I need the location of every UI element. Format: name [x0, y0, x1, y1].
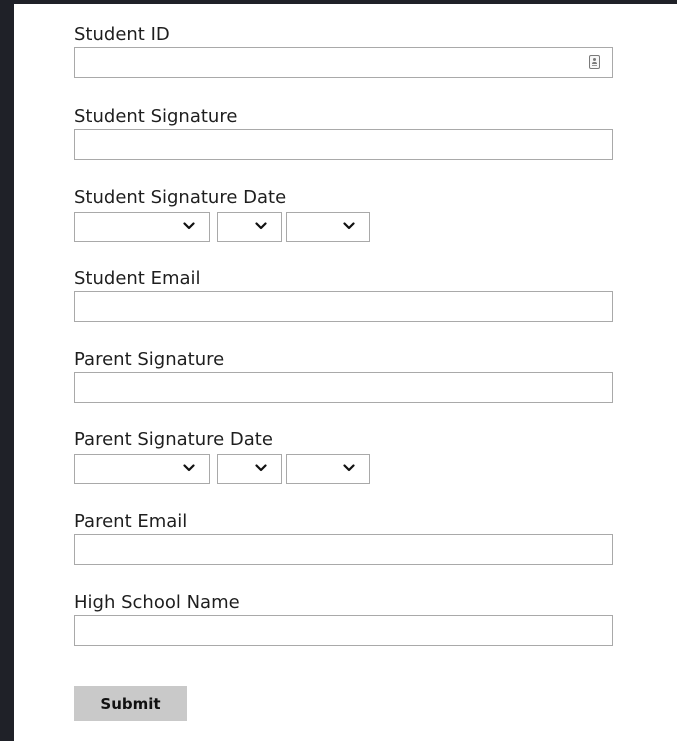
student-signature-label: Student Signature	[74, 106, 238, 127]
student-id-input-wrapper	[74, 47, 613, 78]
student-email-input[interactable]	[74, 291, 613, 322]
student-email-label: Student Email	[74, 268, 201, 289]
chevron-down-icon	[255, 222, 267, 230]
parent-email-label: Parent Email	[74, 511, 188, 532]
parent-email-field: Parent Email	[74, 510, 613, 565]
form-panel: Student ID Student Signature Student Sig…	[14, 4, 677, 741]
chevron-down-icon	[255, 464, 267, 472]
high-school-name-label: High School Name	[74, 592, 240, 613]
student-id-label: Student ID	[74, 24, 170, 45]
student-signature-field: Student Signature	[74, 105, 613, 160]
chevron-down-icon	[183, 464, 195, 472]
chevron-down-icon	[343, 222, 355, 230]
student-signature-date-selects	[74, 212, 613, 242]
parent-signature-day-select[interactable]	[217, 454, 282, 484]
student-signature-input[interactable]	[74, 129, 613, 160]
parent-signature-input[interactable]	[74, 372, 613, 403]
student-id-input[interactable]	[74, 47, 613, 78]
parent-signature-month-select[interactable]	[74, 454, 210, 484]
student-signature-year-select[interactable]	[286, 212, 370, 242]
parent-signature-date-selects	[74, 454, 613, 484]
parent-email-input[interactable]	[74, 534, 613, 565]
contact-card-icon[interactable]	[589, 55, 600, 69]
student-signature-date-label: Student Signature Date	[74, 187, 287, 208]
student-id-field: Student ID	[74, 23, 613, 78]
chevron-down-icon	[343, 464, 355, 472]
parent-signature-field: Parent Signature	[74, 348, 613, 403]
high-school-name-field: High School Name	[74, 591, 613, 646]
student-signature-day-select[interactable]	[217, 212, 282, 242]
student-signature-date-field: Student Signature Date	[74, 186, 613, 242]
parent-signature-label: Parent Signature	[74, 349, 225, 370]
student-signature-month-select[interactable]	[74, 212, 210, 242]
chevron-down-icon	[183, 222, 195, 230]
submit-button[interactable]: Submit	[74, 686, 187, 721]
parent-signature-date-label: Parent Signature Date	[74, 429, 273, 450]
student-email-field: Student Email	[74, 267, 613, 322]
parent-signature-year-select[interactable]	[286, 454, 370, 484]
parent-signature-date-field: Parent Signature Date	[74, 428, 613, 484]
high-school-name-input[interactable]	[74, 615, 613, 646]
